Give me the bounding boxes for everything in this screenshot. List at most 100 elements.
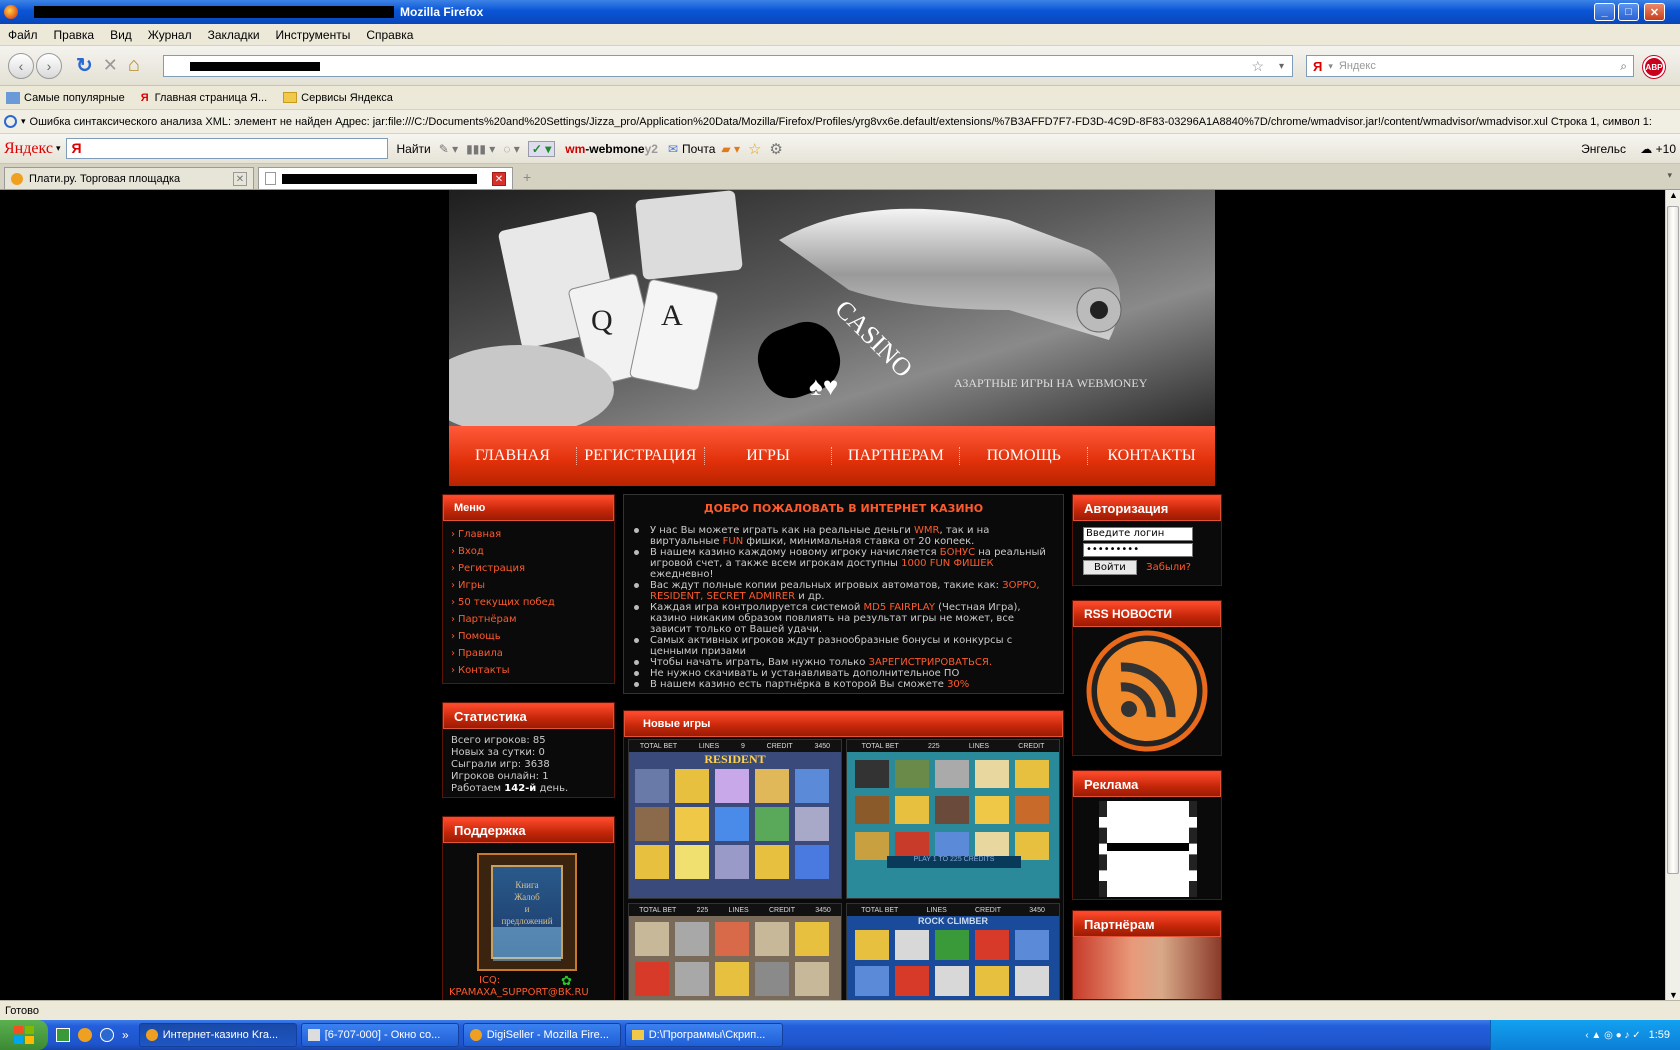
stop-icon[interactable]: ✕: [103, 55, 118, 76]
yandex-search-input[interactable]: Я: [66, 138, 389, 159]
login-input[interactable]: Введите логин: [1083, 527, 1193, 541]
mail-link[interactable]: Почта: [682, 142, 715, 156]
tray-icons[interactable]: ‹ ▲ ◎ ● ♪ ✓: [1585, 1030, 1640, 1041]
city-label[interactable]: Энгельс: [1581, 142, 1626, 156]
slot-info-bar: TOTAL BET 225 LINES CREDIT: [847, 740, 1059, 752]
slot-game-3[interactable]: TOTAL BET 225 LINES CREDIT 3450: [628, 903, 842, 1000]
menu-history[interactable]: Журнал: [140, 28, 200, 42]
url-bar[interactable]: ☆ ▾: [163, 55, 1293, 77]
forgot-link[interactable]: Забыли?: [1146, 562, 1191, 573]
support-email[interactable]: KPAMAXA_SUPPORT@BK.RU: [449, 987, 589, 998]
bookmark-most-visited[interactable]: Самые популярные: [6, 91, 125, 104]
tools-icon[interactable]: ✎ ▾: [439, 142, 458, 156]
taskbar-item-window[interactable]: [6-707-000] - Окно со...: [300, 1023, 459, 1047]
nav-home[interactable]: ГЛАВНАЯ: [449, 447, 577, 465]
search-box[interactable]: Я ▾ Яндекс ⌕: [1306, 55, 1634, 77]
icq-label: ICQ:: [479, 975, 501, 986]
start-button[interactable]: [0, 1020, 48, 1050]
menu-item-games[interactable]: Игры: [451, 577, 606, 594]
register-link[interactable]: ЗАРЕГИСТРИРОВАТЬСЯ.: [869, 657, 992, 668]
menu-bookmarks[interactable]: Закладки: [200, 28, 268, 42]
tab-active[interactable]: ✕: [258, 167, 513, 189]
slot-game-resident[interactable]: TOTAL BET LINES 9 CREDIT 3450 RESIDENT: [628, 739, 842, 899]
bookmark-yandex-services[interactable]: Сервисы Яндекса: [283, 92, 393, 104]
slot-info-bar: TOTAL BET 225 LINES CREDIT 3450: [629, 904, 841, 916]
ad-banner[interactable]: [1099, 801, 1197, 897]
reload-icon[interactable]: ↻: [76, 53, 93, 78]
chevron-down-icon[interactable]: ▾: [56, 143, 61, 154]
welcome-list: У нас Вы можете играть как на реальные д…: [624, 525, 1063, 690]
nav-registration[interactable]: РЕГИСТРАЦИЯ: [577, 447, 705, 465]
scroll-up-icon[interactable]: ▲: [1669, 190, 1678, 200]
taskbar-item-casino[interactable]: Интернет-казино Kra...: [138, 1023, 297, 1047]
nav-partners[interactable]: ПАРТНЕРАМ: [832, 447, 961, 465]
menu-item-partners[interactable]: Партнёрам: [451, 611, 606, 628]
quicklaunch-icon[interactable]: [78, 1028, 92, 1042]
password-input[interactable]: •••••••••: [1083, 543, 1193, 557]
menu-item-home[interactable]: Главная: [451, 526, 606, 543]
nav-games[interactable]: ИГРЫ: [705, 447, 833, 465]
wmadvisor-icon[interactable]: ✓ ▾: [527, 140, 556, 157]
menu-help[interactable]: Справка: [358, 28, 421, 42]
signal-icon[interactable]: ▮▮▮ ▾: [466, 142, 495, 156]
menu-item-contacts[interactable]: Контакты: [451, 662, 606, 679]
menu-item-rules[interactable]: Правила: [451, 645, 606, 662]
taskbar-item-digiseller[interactable]: DigiSeller - Mozilla Fire...: [462, 1023, 621, 1047]
tab-title-redacted: [282, 173, 477, 184]
menu-item-wins[interactable]: 50 текущих побед: [451, 594, 606, 611]
complaint-book-link[interactable]: Книга Жалоб и предложений: [477, 853, 577, 971]
maximize-button[interactable]: □: [1618, 3, 1639, 21]
nav-contacts[interactable]: КОНТАКТЫ: [1088, 447, 1215, 465]
find-button[interactable]: Найти: [396, 142, 430, 156]
back-button[interactable]: ‹: [8, 52, 34, 79]
menu-tools[interactable]: Инструменты: [268, 28, 359, 42]
new-tab-icon[interactable]: +: [523, 169, 531, 185]
partners-title: Партнёрам: [1073, 911, 1221, 937]
quicklaunch-icon[interactable]: [56, 1028, 70, 1042]
search-engine-dropdown-icon[interactable]: ▾: [1328, 61, 1333, 72]
scroll-thumb[interactable]: [1667, 206, 1679, 874]
bag-icon[interactable]: ▰ ▾: [721, 142, 740, 156]
partners-image[interactable]: [1073, 937, 1221, 999]
scroll-down-icon[interactable]: ▼: [1669, 990, 1678, 1000]
search-icon[interactable]: ⌕: [1620, 59, 1627, 74]
weather-label[interactable]: ☁ +10: [1640, 142, 1676, 156]
stats-days-suffix: день.: [536, 783, 569, 794]
slot-game-2[interactable]: TOTAL BET 225 LINES CREDIT PLAY 1 TO 225 CR…: [846, 739, 1060, 899]
tab-close-icon[interactable]: ✕: [233, 172, 247, 186]
menu-item-registration[interactable]: Регистрация: [451, 560, 606, 577]
menu-box: Меню Главная Вход Регистрация Игры 50 те…: [442, 494, 615, 684]
vertical-scrollbar[interactable]: ▲ ▼: [1665, 190, 1680, 1000]
tab-list-icon[interactable]: ▾: [1667, 170, 1672, 181]
url-redacted: [190, 61, 320, 71]
taskbar-item-folder[interactable]: D:\Программы\Скрип...: [624, 1023, 783, 1047]
quicklaunch-icon[interactable]: [100, 1028, 114, 1042]
menu-item-login[interactable]: Вход: [451, 543, 606, 560]
comment-icon[interactable]: ◌ ▾: [503, 142, 520, 156]
chevron-right-icon[interactable]: »: [122, 1028, 129, 1042]
slot-game-rock-climber[interactable]: TOTAL BET LINES CREDIT 3450 ROCK CLIMBER: [846, 903, 1060, 1000]
tab-close-icon[interactable]: ✕: [492, 172, 506, 186]
menu-edit[interactable]: Правка: [46, 28, 103, 42]
menu-view[interactable]: Вид: [102, 28, 140, 42]
chevron-down-icon[interactable]: ▾: [21, 116, 26, 127]
firefox-icon: [469, 1029, 482, 1041]
webmoney-link[interactable]: wmwm-webmoney-webmoney2: [565, 142, 658, 156]
home-icon[interactable]: ⌂: [128, 54, 140, 77]
star-icon[interactable]: ☆: [1251, 58, 1264, 75]
adblock-icon[interactable]: ABP: [1643, 56, 1665, 78]
menu-file[interactable]: Файл: [0, 28, 46, 42]
menu-item-help[interactable]: Помощь: [451, 628, 606, 645]
star-icon[interactable]: ☆: [748, 140, 761, 158]
rss-icon[interactable]: [1073, 627, 1221, 755]
yandex-logo[interactable]: Яндекс: [4, 140, 53, 158]
close-button[interactable]: ✕: [1644, 3, 1665, 21]
minimize-button[interactable]: _: [1594, 3, 1615, 21]
gear-icon[interactable]: ⚙: [769, 140, 782, 158]
dropdown-icon[interactable]: ▾: [1279, 61, 1284, 72]
forward-button[interactable]: ›: [36, 52, 62, 79]
tab-plati[interactable]: Плати.ру. Торговая площадка ✕: [4, 167, 254, 189]
nav-help[interactable]: ПОМОЩЬ: [960, 447, 1089, 465]
bookmark-yandex-home[interactable]: Я Главная страница Я...: [141, 92, 267, 104]
login-button[interactable]: Войти: [1083, 560, 1137, 575]
